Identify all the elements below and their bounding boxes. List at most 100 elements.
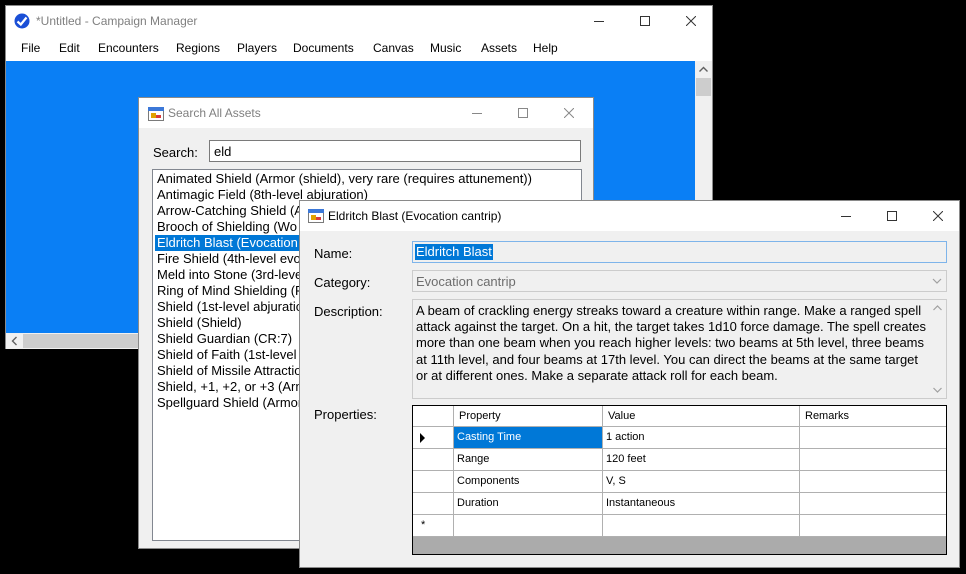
menu-documents[interactable]: Documents — [293, 41, 354, 55]
close-icon — [564, 108, 574, 118]
search-close-button[interactable] — [546, 98, 592, 128]
main-window-title: *Untitled - Campaign Manager — [36, 14, 198, 28]
grid-cell-value[interactable]: 1 action — [603, 427, 800, 449]
grid-cell-property[interactable]: Casting Time — [454, 427, 603, 449]
search-result-item[interactable]: Meld into Stone (3rd-leve — [155, 267, 304, 283]
scroll-up-icon — [699, 66, 708, 72]
menu-edit[interactable]: Edit — [59, 41, 80, 55]
menu-music[interactable]: Music — [430, 41, 461, 55]
scroll-left-icon — [11, 336, 17, 346]
description-scrollbar[interactable] — [929, 300, 946, 398]
name-label: Name: — [314, 246, 353, 261]
form-app-icon — [308, 208, 324, 224]
menu-bar: File Edit Encounters Regions Players Doc… — [6, 36, 712, 61]
menu-players[interactable]: Players — [237, 41, 277, 55]
menu-help[interactable]: Help — [533, 41, 558, 55]
new-row-marker: * — [421, 519, 426, 531]
row-header[interactable] — [413, 449, 454, 471]
category-value: Evocation cantrip — [416, 274, 516, 289]
search-result-item[interactable]: Eldritch Blast (Evocation — [155, 235, 300, 251]
current-row-arrow-icon — [420, 433, 425, 443]
minimize-icon — [472, 113, 482, 114]
detail-titlebar[interactable]: Eldritch Blast (Evocation cantrip) — [300, 201, 959, 231]
menu-canvas[interactable]: Canvas — [373, 41, 414, 55]
name-value: Eldritch Blast — [415, 244, 493, 260]
description-value: A beam of crackling energy streaks towar… — [416, 303, 926, 383]
new-row-cell-value[interactable] — [603, 515, 800, 537]
maximize-icon — [640, 16, 650, 26]
close-icon — [933, 211, 943, 221]
search-result-item[interactable]: Fire Shield (4th-level evo — [155, 251, 303, 267]
new-row-header[interactable]: * — [413, 515, 454, 537]
search-result-item[interactable]: Ring of Mind Shielding (R — [155, 283, 306, 299]
row-header[interactable] — [413, 493, 454, 515]
vertical-scroll-thumb[interactable] — [696, 78, 711, 96]
scroll-up-icon — [933, 305, 942, 311]
search-result-item[interactable]: Brooch of Shielding (Wo — [155, 219, 299, 235]
scroll-down-icon — [933, 387, 942, 393]
name-field[interactable]: Eldritch Blast — [412, 241, 947, 263]
search-result-item[interactable]: Shield (1st-level abjuratio — [155, 299, 305, 315]
grid-cell-remarks[interactable] — [800, 427, 946, 449]
properties-label: Properties: — [314, 407, 377, 422]
description-field[interactable]: A beam of crackling energy streaks towar… — [412, 299, 947, 399]
menu-regions[interactable]: Regions — [176, 41, 220, 55]
minimize-icon — [841, 216, 851, 217]
grid-cell-value[interactable]: V, S — [603, 471, 800, 493]
maximize-button[interactable] — [622, 6, 668, 36]
horizontal-scroll-thumb[interactable] — [23, 334, 143, 348]
search-window-title: Search All Assets — [168, 106, 261, 120]
search-result-item[interactable]: Spellguard Shield (Armor — [155, 395, 304, 411]
search-result-item[interactable]: Shield (Shield) — [155, 315, 244, 331]
minimize-icon — [594, 21, 604, 22]
row-header-current[interactable] — [413, 427, 454, 449]
column-header-remarks[interactable]: Remarks — [800, 406, 946, 427]
row-header[interactable] — [413, 471, 454, 493]
close-button[interactable] — [668, 6, 714, 36]
column-header-property[interactable]: Property — [454, 406, 603, 427]
grid-cell-property[interactable]: Components — [454, 471, 603, 493]
search-result-item[interactable]: Animated Shield (Armor (shield), very ra… — [155, 171, 534, 187]
grid-cell-value[interactable]: 120 feet — [603, 449, 800, 471]
grid-cell-property[interactable]: Duration — [454, 493, 603, 515]
new-row-cell-remarks[interactable] — [800, 515, 946, 537]
search-result-item[interactable]: Arrow-Catching Shield (A — [155, 203, 305, 219]
search-input[interactable] — [209, 140, 581, 162]
menu-file[interactable]: File — [21, 41, 40, 55]
detail-close-button[interactable] — [915, 201, 961, 231]
close-icon — [686, 16, 696, 26]
menu-encounters[interactable]: Encounters — [98, 41, 159, 55]
asset-detail-window: Eldritch Blast (Evocation cantrip) Name:… — [299, 200, 960, 568]
minimize-button[interactable] — [576, 6, 622, 36]
detail-minimize-button[interactable] — [823, 201, 869, 231]
description-label: Description: — [314, 304, 383, 319]
grid-cell-remarks[interactable] — [800, 449, 946, 471]
new-row-cell-property[interactable] — [454, 515, 603, 537]
grid-cell-remarks[interactable] — [800, 471, 946, 493]
search-result-item[interactable]: Shield Guardian (CR:7) — [155, 331, 294, 347]
menu-assets[interactable]: Assets — [481, 41, 517, 55]
category-label: Category: — [314, 275, 371, 290]
search-maximize-button[interactable] — [500, 98, 546, 128]
detail-window-title: Eldritch Blast (Evocation cantrip) — [328, 209, 502, 223]
search-result-item[interactable]: Shield of Faith (1st-level — [155, 347, 298, 363]
maximize-icon — [887, 211, 897, 221]
search-label: Search: — [153, 145, 198, 160]
maximize-icon — [518, 108, 528, 118]
grid-corner-header — [413, 406, 454, 427]
category-select[interactable]: Evocation cantrip — [412, 270, 947, 292]
main-titlebar[interactable]: *Untitled - Campaign Manager — [6, 6, 712, 36]
search-minimize-button[interactable] — [454, 98, 500, 128]
grid-cell-remarks[interactable] — [800, 493, 946, 515]
campaign-manager-app-icon — [14, 13, 30, 29]
properties-grid[interactable]: Property Value Remarks Casting Time 1 ac… — [412, 405, 947, 555]
form-app-icon — [148, 106, 164, 122]
detail-maximize-button[interactable] — [869, 201, 915, 231]
grid-cell-value[interactable]: Instantaneous — [603, 493, 800, 515]
search-result-item[interactable]: Shield of Missile Attractio — [155, 363, 304, 379]
search-titlebar[interactable]: Search All Assets — [139, 98, 593, 128]
search-result-item[interactable]: Shield, +1, +2, or +3 (Arm — [155, 379, 308, 395]
chevron-down-icon — [932, 278, 942, 284]
grid-cell-property[interactable]: Range — [454, 449, 603, 471]
column-header-value[interactable]: Value — [603, 406, 800, 427]
